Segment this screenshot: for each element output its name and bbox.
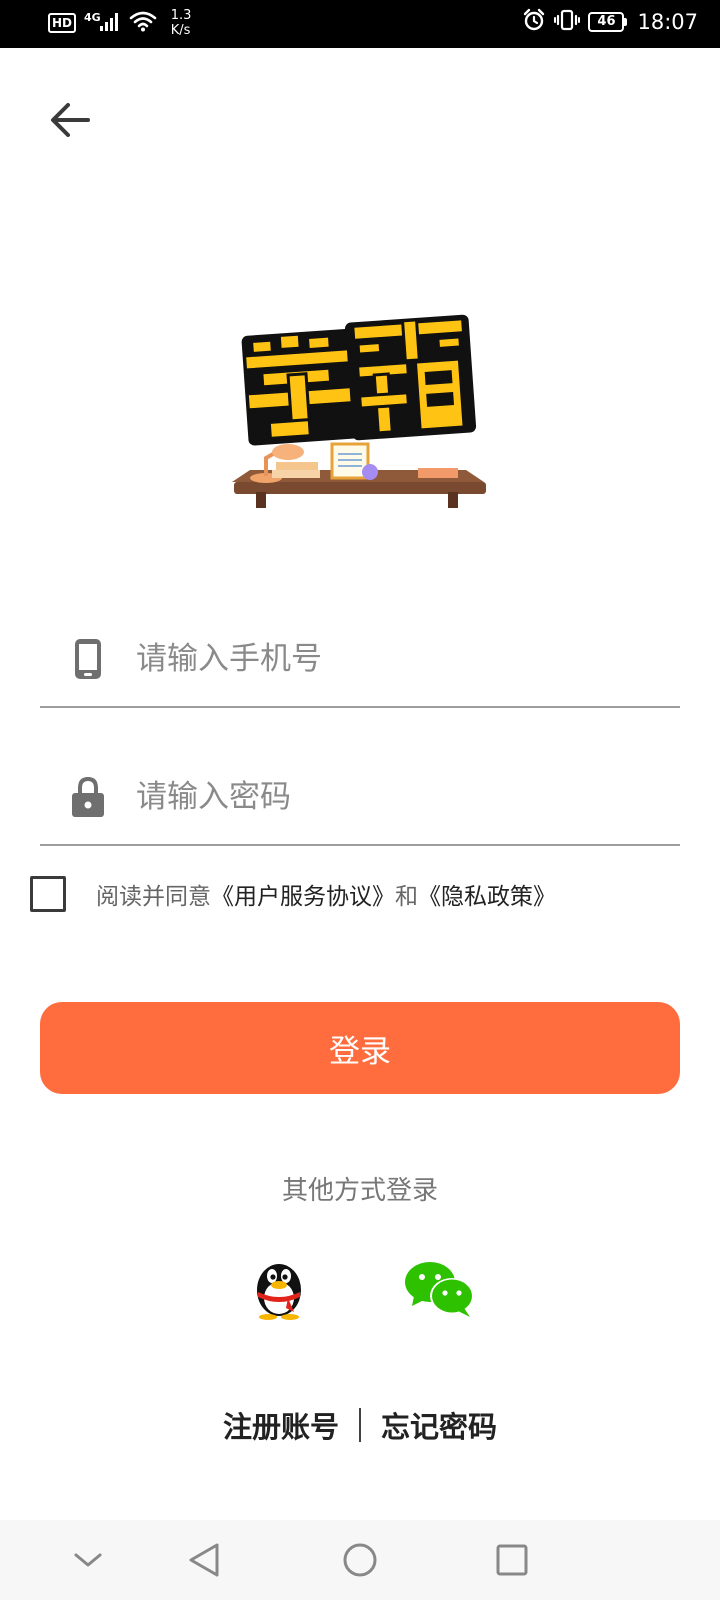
- agreement-checkbox[interactable]: [30, 876, 66, 912]
- xueba-logo-image: [232, 314, 486, 508]
- clock: 18:07: [637, 10, 698, 34]
- network-speed: 1.3 K/s: [171, 8, 192, 38]
- vibrate-icon: [554, 8, 581, 36]
- wechat-icon: [405, 1262, 474, 1317]
- password-input[interactable]: [136, 772, 656, 822]
- login-button[interactable]: 登录: [40, 1002, 680, 1094]
- agreement-conjunction: 和: [395, 884, 418, 910]
- privacy-policy-link[interactable]: 《隐私政策》: [418, 884, 556, 910]
- bottom-links: 注册账号 忘记密码: [0, 1404, 720, 1446]
- home-circle-icon: [343, 1543, 377, 1577]
- battery-icon: 46: [588, 12, 628, 32]
- link-divider: [359, 1408, 361, 1442]
- agreement-text: 阅读并同意《用户服务协议》和《隐私政策》: [96, 877, 556, 911]
- nav-recents-button[interactable]: [490, 1538, 534, 1582]
- qq-login-button[interactable]: [248, 1256, 310, 1320]
- app-logo: [230, 312, 495, 522]
- wifi-icon: [129, 10, 157, 36]
- system-nav-bar: [0, 1520, 720, 1600]
- qq-penguin-icon: [257, 1264, 301, 1320]
- forgot-password-link[interactable]: 忘记密码: [381, 1404, 497, 1446]
- phone-field: [40, 616, 680, 708]
- alarm-icon: [522, 8, 546, 36]
- arrow-left-icon: [51, 103, 90, 137]
- register-link[interactable]: 注册账号: [223, 1404, 339, 1446]
- hd-badge: HD: [48, 13, 77, 33]
- status-bar: HD 4G 1.3 K/s 46 18:07: [0, 0, 720, 48]
- speed-value: 1.3: [170, 8, 192, 23]
- user-agreement-link[interactable]: 《用户服务协议》: [211, 884, 395, 910]
- lock-icon: [70, 774, 106, 820]
- recents-square-icon: [496, 1544, 528, 1576]
- back-button[interactable]: [44, 96, 96, 144]
- password-field: [40, 754, 680, 846]
- battery-level: 46: [588, 12, 625, 32]
- phone-input[interactable]: [136, 634, 656, 684]
- phone-icon: [70, 636, 106, 682]
- agreement-prefix: 阅读并同意: [96, 884, 211, 910]
- network-type: 4G: [84, 10, 101, 24]
- nav-hide-button[interactable]: [66, 1538, 110, 1582]
- agreement-row: 阅读并同意《用户服务协议》和《隐私政策》: [30, 876, 556, 912]
- nav-home-button[interactable]: [338, 1538, 382, 1582]
- back-triangle-icon: [189, 1543, 219, 1577]
- speed-unit: K/s: [170, 23, 191, 38]
- nav-back-button[interactable]: [182, 1538, 226, 1582]
- other-login-title: 其他方式登录: [281, 1176, 438, 1206]
- chevron-down-icon: [74, 1553, 102, 1567]
- signal-icon: [99, 10, 121, 36]
- status-left: HD 4G 1.3 K/s: [48, 8, 191, 38]
- status-right: 46 18:07: [522, 8, 698, 36]
- wechat-login-button[interactable]: [404, 1260, 476, 1318]
